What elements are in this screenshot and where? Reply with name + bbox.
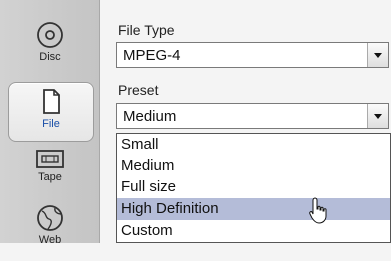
sidebar-item-label: File	[42, 118, 60, 130]
chevron-down-icon[interactable]	[367, 43, 388, 67]
preset-dropdown-list: Small Medium Full size High Definition C…	[116, 133, 391, 243]
tape-icon	[36, 150, 64, 168]
file-icon	[43, 89, 60, 114]
preset-option-custom[interactable]: Custom	[117, 220, 390, 242]
sidebar-item-disc[interactable]: Disc	[8, 20, 92, 78]
sidebar-divider	[99, 0, 100, 243]
chevron-down-icon[interactable]	[367, 104, 388, 128]
preset-value: Medium	[123, 108, 177, 125]
preset-option-high-definition[interactable]: High Definition	[117, 198, 390, 220]
file-type-label: File Type	[118, 22, 175, 38]
sidebar-item-label: Web	[38, 234, 62, 246]
sidebar-item-web[interactable]: Web	[8, 203, 92, 261]
sidebar-item-file[interactable]: File	[8, 82, 94, 142]
sidebar-item-label: Disc	[39, 51, 61, 63]
preset-option-medium[interactable]: Medium	[117, 155, 390, 177]
sidebar: Disc File Tape Web	[0, 0, 100, 246]
sidebar-item-label: Tape	[38, 171, 62, 183]
sidebar-item-tape[interactable]: Tape	[8, 148, 92, 206]
file-type-value: MPEG-4	[123, 47, 181, 64]
disc-icon	[37, 22, 63, 48]
preset-select[interactable]: Medium	[116, 103, 389, 129]
hand-pointer-cursor-icon	[309, 197, 327, 224]
preset-option-full-size[interactable]: Full size	[117, 176, 390, 198]
preset-label: Preset	[118, 82, 159, 98]
file-type-select[interactable]: MPEG-4	[116, 42, 389, 68]
web-globe-icon	[37, 205, 63, 231]
preset-option-small[interactable]: Small	[117, 134, 390, 156]
